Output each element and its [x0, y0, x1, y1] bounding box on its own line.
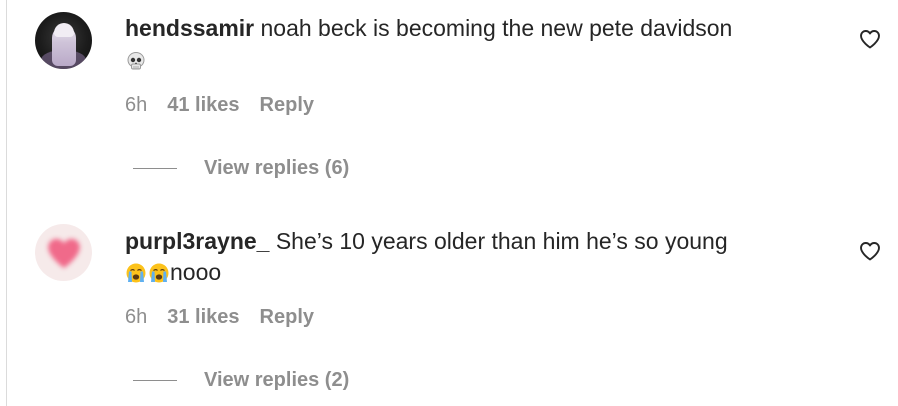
reply-button[interactable]: Reply: [260, 93, 314, 117]
comment-meta: 6h 41 likes Reply: [125, 93, 314, 117]
comment-text: purpl3rayne_ She’s 10 years older than h…: [125, 227, 728, 255]
comment-body: noah beck is becoming the new pete david…: [260, 15, 733, 41]
timestamp[interactable]: 6h: [125, 93, 147, 117]
view-replies-label: View replies (6): [204, 157, 350, 179]
reply-button[interactable]: Reply: [260, 305, 314, 329]
likes-count[interactable]: 31 likes: [167, 305, 239, 329]
skull-emoji: [127, 52, 145, 70]
loudly-crying-face-emoji: [149, 263, 169, 283]
heart-outline-icon[interactable]: [858, 27, 882, 51]
comment-text: hendssamir noah beck is becoming the new…: [125, 14, 732, 42]
heart-avatar-icon: [48, 238, 80, 268]
comment-text-line-2: nooo: [125, 258, 221, 286]
comment-text-line-2: [125, 47, 147, 75]
comment-meta: 6h 31 likes Reply: [125, 305, 314, 329]
left-border: [6, 0, 7, 406]
replies-dash: [133, 380, 177, 381]
username[interactable]: purpl3rayne_: [125, 228, 269, 254]
avatar[interactable]: [35, 224, 92, 281]
timestamp[interactable]: 6h: [125, 305, 147, 329]
likes-count[interactable]: 41 likes: [167, 93, 239, 117]
username[interactable]: hendssamir: [125, 15, 254, 41]
replies-dash: [133, 168, 177, 169]
heart-outline-icon[interactable]: [858, 239, 882, 263]
comment-body: She’s 10 years older than him he’s so yo…: [275, 228, 728, 254]
avatar[interactable]: [35, 12, 92, 69]
loudly-crying-face-emoji: [126, 263, 146, 283]
comment-body-continued: nooo: [170, 259, 222, 285]
view-replies-label: View replies (2): [204, 369, 350, 391]
